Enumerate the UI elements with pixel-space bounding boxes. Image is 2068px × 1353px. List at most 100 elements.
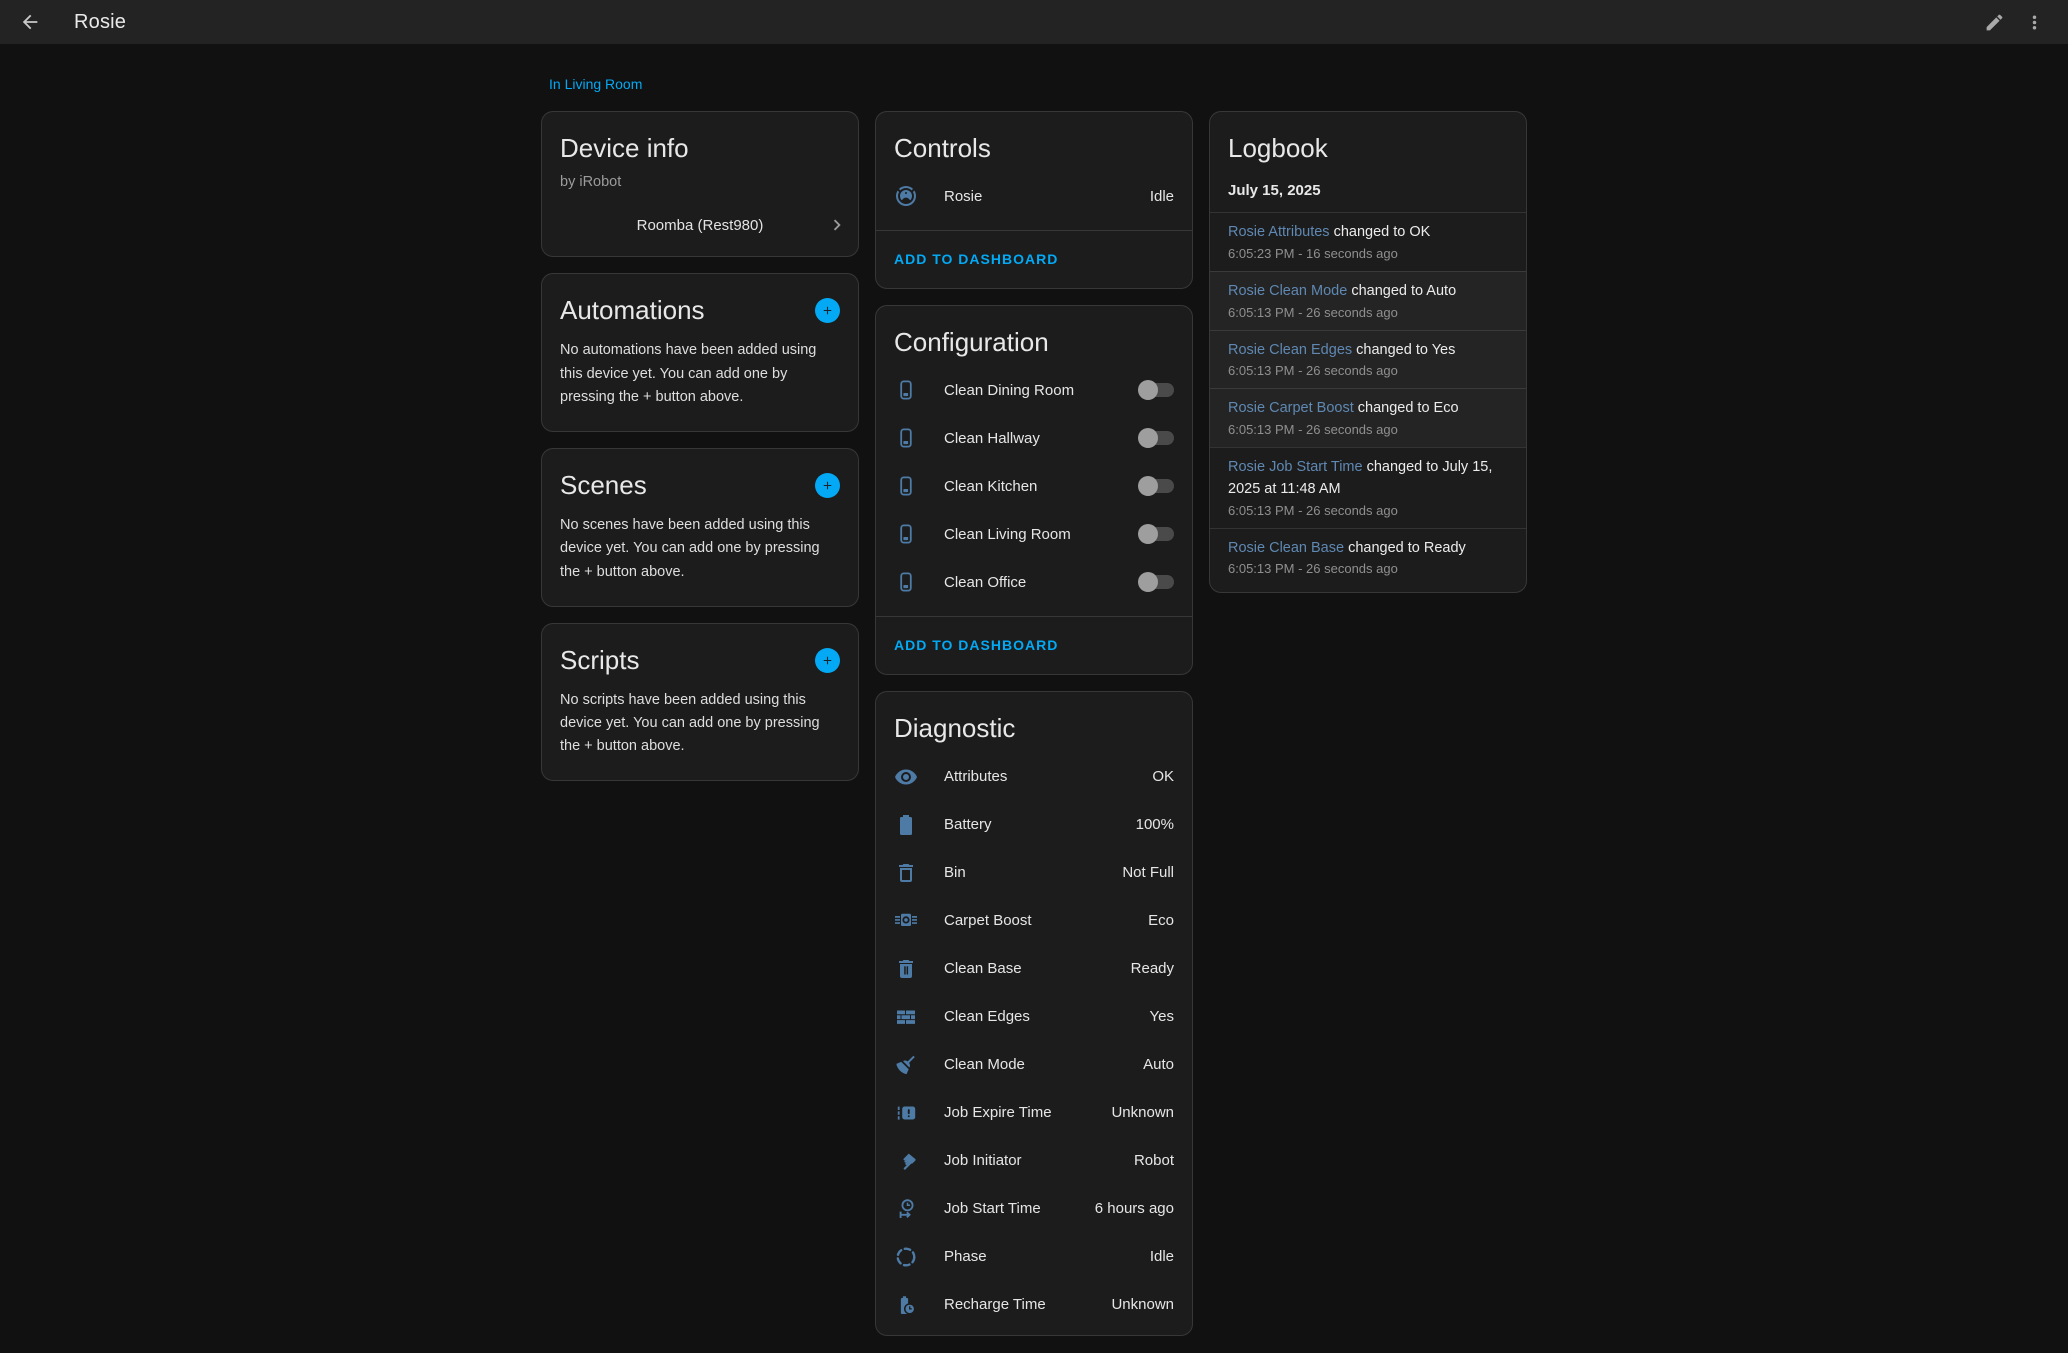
controls-title: Controls	[876, 112, 1192, 164]
app-header: Rosie	[0, 0, 2068, 44]
entity-row[interactable]: ☛ Job Initiator Robot	[876, 1137, 1192, 1185]
plus-icon[interactable]	[815, 648, 840, 673]
logbook-entry-text: changed to OK	[1330, 224, 1431, 240]
entity-state: 6 hours ago	[1095, 1200, 1174, 1217]
entity-state: Auto	[1143, 1056, 1174, 1073]
logbook-entity-link[interactable]: Rosie Job Start Time	[1228, 459, 1363, 475]
toggle-switch[interactable]	[1138, 524, 1174, 544]
entity-row[interactable]: Bin Not Full	[876, 849, 1192, 897]
controls-card: Controls Rosie Idle ADD TO DASHBOARD	[875, 111, 1193, 289]
logbook-date: July 15, 2025	[1210, 164, 1526, 212]
entity-row[interactable]: Clean Dining Room	[876, 366, 1192, 414]
add-to-dashboard-button[interactable]: ADD TO DASHBOARD	[876, 617, 1076, 674]
logbook-entry-time: 6:05:13 PM - 26 seconds ago	[1228, 363, 1508, 378]
device-manufacturer: by iRobot	[542, 164, 858, 190]
entity-row[interactable]: Job Expire Time Unknown	[876, 1089, 1192, 1137]
entity-name: Clean Office	[944, 574, 1138, 591]
entity-row[interactable]: Clean Base Ready	[876, 945, 1192, 993]
column-middle: Controls Rosie Idle ADD TO DASHBOARD Con…	[875, 111, 1193, 1336]
battery-clock-icon	[894, 1293, 918, 1317]
entity-row[interactable]: Clean Hallway	[876, 414, 1192, 462]
toggle-switch[interactable]	[1138, 380, 1174, 400]
scripts-empty-text: No scripts have been added using this de…	[542, 676, 858, 781]
logbook-entity-link[interactable]: Rosie Clean Mode	[1228, 283, 1347, 299]
entity-name: Rosie	[944, 188, 1150, 205]
logbook-entity-link[interactable]: Rosie Clean Edges	[1228, 342, 1352, 358]
entity-row[interactable]: Clean Living Room	[876, 510, 1192, 558]
entity-name: Attributes	[944, 768, 1152, 785]
configuration-card: Configuration Clean Dining Room	[875, 305, 1193, 675]
diagnostic-title: Diagnostic	[876, 692, 1192, 744]
logbook-entity-link[interactable]: Rosie Attributes	[1228, 224, 1330, 240]
logbook-entry-time: 6:05:23 PM - 16 seconds ago	[1228, 246, 1508, 261]
broom-icon	[894, 1053, 918, 1077]
logbook-card: Logbook July 15, 2025 Rosie Attributes c…	[1209, 111, 1527, 593]
arrow-left-icon[interactable]	[10, 2, 50, 42]
pencil-icon[interactable]	[1974, 2, 2014, 42]
logbook-entry-time: 6:05:13 PM - 26 seconds ago	[1228, 503, 1508, 518]
automations-title: Automations	[560, 295, 705, 326]
toggle-switch-icon	[894, 522, 918, 546]
entity-row[interactable]: Carpet Boost Eco	[876, 897, 1192, 945]
entity-name: Battery	[944, 816, 1136, 833]
column-left: Device info by iRobot Roomba (Rest980) A…	[541, 111, 859, 781]
logbook-entry-text: changed to Auto	[1347, 283, 1456, 299]
entity-state: Idle	[1150, 188, 1174, 205]
entity-row[interactable]: Rosie Idle	[876, 172, 1192, 220]
timeline-alert-icon	[894, 1101, 918, 1125]
entity-row[interactable]: Clean Mode Auto	[876, 1041, 1192, 1089]
area-link[interactable]: In Living Room	[549, 76, 642, 92]
toggle-switch[interactable]	[1138, 476, 1174, 496]
card-columns: Device info by iRobot Roomba (Rest980) A…	[541, 111, 1527, 1336]
entity-name: Phase	[944, 1248, 1150, 1265]
logbook-entry-text: changed to Yes	[1352, 342, 1455, 358]
logbook-entry-text: changed to Ready	[1344, 540, 1466, 556]
logbook-entry: Rosie Attributes changed to OK 6:05:23 P…	[1210, 212, 1526, 271]
scripts-title: Scripts	[560, 645, 639, 676]
entity-state: Idle	[1150, 1248, 1174, 1265]
integration-row[interactable]: Roomba (Rest980)	[542, 202, 858, 248]
page-title: Rosie	[74, 11, 126, 34]
trash-outline-icon	[894, 861, 918, 885]
logbook-entry-time: 6:05:13 PM - 26 seconds ago	[1228, 422, 1508, 437]
integration-name: Roomba (Rest980)	[637, 217, 764, 234]
scenes-card: Scenes No scenes have been added using t…	[541, 448, 859, 607]
entity-row[interactable]: Clean Kitchen	[876, 462, 1192, 510]
entity-row[interactable]: Recharge Time Unknown	[876, 1281, 1192, 1329]
entity-row[interactable]: Job Start Time 6 hours ago	[876, 1185, 1192, 1233]
entity-row[interactable]: Clean Office	[876, 558, 1192, 606]
device-info-title: Device info	[542, 112, 858, 164]
entity-row[interactable]: Clean Edges Yes	[876, 993, 1192, 1041]
plus-icon[interactable]	[815, 473, 840, 498]
dots-vertical-icon[interactable]	[2014, 2, 2054, 42]
entity-name: Clean Edges	[944, 1008, 1150, 1025]
entity-state: 100%	[1136, 816, 1174, 833]
add-to-dashboard-button[interactable]: ADD TO DASHBOARD	[876, 231, 1076, 288]
logbook-entries: Rosie Attributes changed to OK 6:05:23 P…	[1210, 212, 1526, 586]
automations-card: Automations No automations have been add…	[541, 273, 859, 432]
entity-row[interactable]: Phase Idle	[876, 1233, 1192, 1281]
entity-name: Bin	[944, 864, 1122, 881]
battery-icon	[894, 813, 918, 837]
logbook-entry-time: 6:05:13 PM - 26 seconds ago	[1228, 561, 1508, 576]
logbook-entry: Rosie Job Start Time changed to July 15,…	[1210, 447, 1526, 528]
toggle-switch-icon	[894, 570, 918, 594]
configuration-title: Configuration	[876, 306, 1192, 358]
entity-row[interactable]: Battery 100%	[876, 801, 1192, 849]
scripts-card: Scripts No scripts have been added using…	[541, 623, 859, 782]
toggle-switch[interactable]	[1138, 428, 1174, 448]
toggle-switch[interactable]	[1138, 572, 1174, 592]
entity-name: Clean Kitchen	[944, 478, 1138, 495]
logbook-entity-link[interactable]: Rosie Clean Base	[1228, 540, 1344, 556]
device-info-card: Device info by iRobot Roomba (Rest980)	[541, 111, 859, 257]
logbook-entry: Rosie Carpet Boost changed to Eco 6:05:1…	[1210, 388, 1526, 447]
entity-row[interactable]: Attributes OK	[876, 753, 1192, 801]
logbook-entity-link[interactable]: Rosie Carpet Boost	[1228, 400, 1354, 416]
entity-state: Yes	[1150, 1008, 1174, 1025]
plus-icon[interactable]	[815, 298, 840, 323]
turbocharger-icon	[894, 909, 918, 933]
entity-name: Clean Hallway	[944, 430, 1138, 447]
scenes-empty-text: No scenes have been added using this dev…	[542, 501, 858, 606]
chevron-right-icon	[826, 214, 848, 236]
entity-state: OK	[1152, 768, 1174, 785]
